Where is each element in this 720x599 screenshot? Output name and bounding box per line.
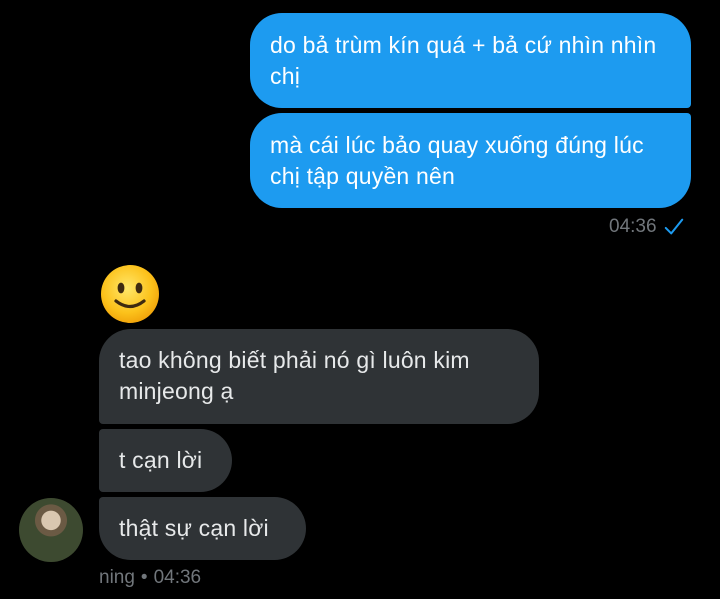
incoming-message-meta: ning • 04:36 — [99, 567, 201, 589]
checkmark-icon — [664, 218, 683, 235]
incoming-message-bubble[interactable]: thật sự cạn lời — [99, 497, 306, 560]
slightly-smiling-face-icon[interactable] — [100, 264, 160, 324]
outgoing-message-bubble[interactable]: do bả trùm kín quá + bả cứ nhìn nhìn chị — [250, 13, 691, 108]
outgoing-message-bubble[interactable]: mà cái lúc bảo quay xuống đúng lúc chị t… — [250, 113, 691, 208]
meta-separator: • — [140, 567, 148, 588]
sender-name: ning — [99, 567, 135, 588]
incoming-message-bubble[interactable]: t cạn lời — [99, 429, 232, 492]
outgoing-message-meta: 04:36 — [609, 216, 685, 238]
incoming-message-bubble[interactable]: tao không biết phải nó gì luôn kim minje… — [99, 329, 539, 424]
message-timestamp: 04:36 — [609, 216, 657, 237]
message-timestamp: 04:36 — [153, 567, 202, 588]
avatar[interactable] — [19, 498, 83, 562]
